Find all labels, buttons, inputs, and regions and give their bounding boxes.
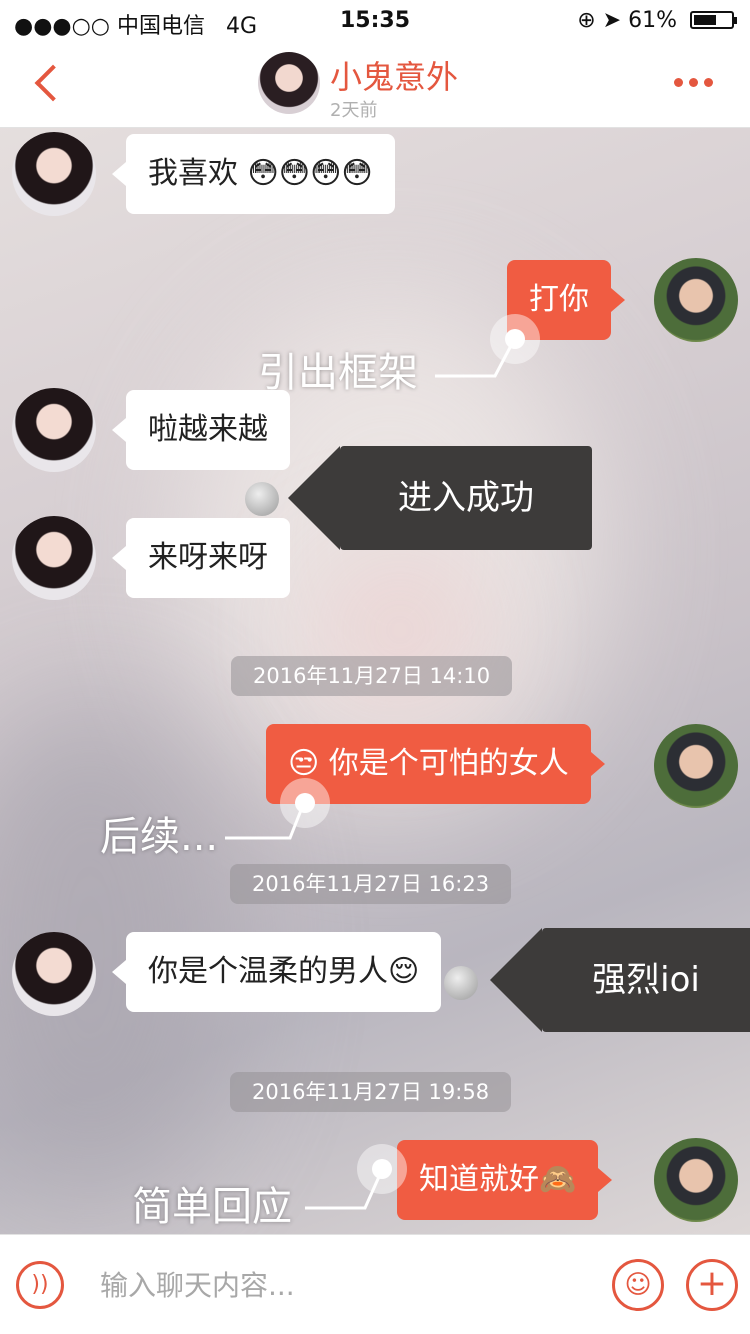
avatar[interactable]	[654, 1138, 738, 1222]
emoji-icon: ☺	[624, 1270, 652, 1300]
more-button[interactable]	[674, 72, 724, 96]
avatar[interactable]	[12, 388, 96, 472]
plus-button[interactable]: +	[686, 1259, 738, 1311]
more-dots-icon	[674, 78, 683, 87]
message-bubble[interactable]: 你是个温柔的男人😌	[111, 932, 442, 1012]
message-bubble[interactable]: 我喜欢 😳😳😳😳	[112, 134, 395, 214]
message-bubble[interactable]: 啦越来越	[112, 390, 290, 470]
back-button[interactable]	[26, 54, 76, 114]
contact-name: 小鬼意外	[330, 58, 459, 96]
avatar[interactable]	[12, 932, 96, 1016]
voice-icon: ))	[31, 1272, 49, 1297]
annotation-label: 后续...	[100, 814, 219, 860]
annotation-callout: 进入成功	[288, 446, 592, 550]
message-bubble[interactable]: 来呀来呀	[112, 518, 290, 598]
voice-button[interactable]: ))	[16, 1261, 64, 1309]
status-bar: ●●●○○ 中国电信 4G 15:35 ⊕ ➤ 61%	[0, 0, 750, 40]
annotation-marker	[357, 1144, 407, 1194]
plus-icon: +	[696, 1263, 728, 1304]
emoji-button[interactable]: ☺	[612, 1259, 664, 1311]
timestamp: 2016年11月27日 16:23	[230, 864, 512, 904]
input-bar: )) ☺ +	[0, 1234, 750, 1334]
location-arrow-icon: ➤	[602, 8, 622, 33]
annotation-callout: 强烈ioi	[490, 928, 750, 1032]
annotation-label: 简单回应	[132, 1184, 292, 1230]
avatar[interactable]	[12, 516, 96, 600]
annotation-marker	[245, 482, 279, 516]
last-seen: 2天前	[330, 100, 378, 121]
message-input[interactable]	[100, 1257, 580, 1313]
nav-bar: 小鬼意外 2天前	[0, 40, 750, 128]
annotation-marker	[444, 966, 478, 1000]
avatar[interactable]	[654, 724, 738, 808]
timestamp: 2016年11月27日 19:58	[230, 1072, 512, 1112]
annotation-marker	[280, 778, 330, 828]
annotation-marker	[490, 314, 540, 364]
avatar[interactable]	[654, 258, 738, 342]
chat-area[interactable]: 我喜欢 😳😳😳😳 打你 引出框架 啦越来越 进入成功 来呀来呀 2016年11月…	[0, 128, 750, 1234]
timestamp: 2016年11月27日 14:10	[231, 656, 513, 696]
contact-avatar[interactable]	[258, 52, 320, 114]
battery-icon	[690, 11, 737, 29]
message-bubble[interactable]: 知道就好🙈	[397, 1140, 613, 1220]
avatar[interactable]	[12, 132, 96, 216]
lock-rotation-icon: ⊕	[577, 8, 596, 33]
battery-indicator: ⊕ ➤ 61%	[577, 8, 737, 33]
